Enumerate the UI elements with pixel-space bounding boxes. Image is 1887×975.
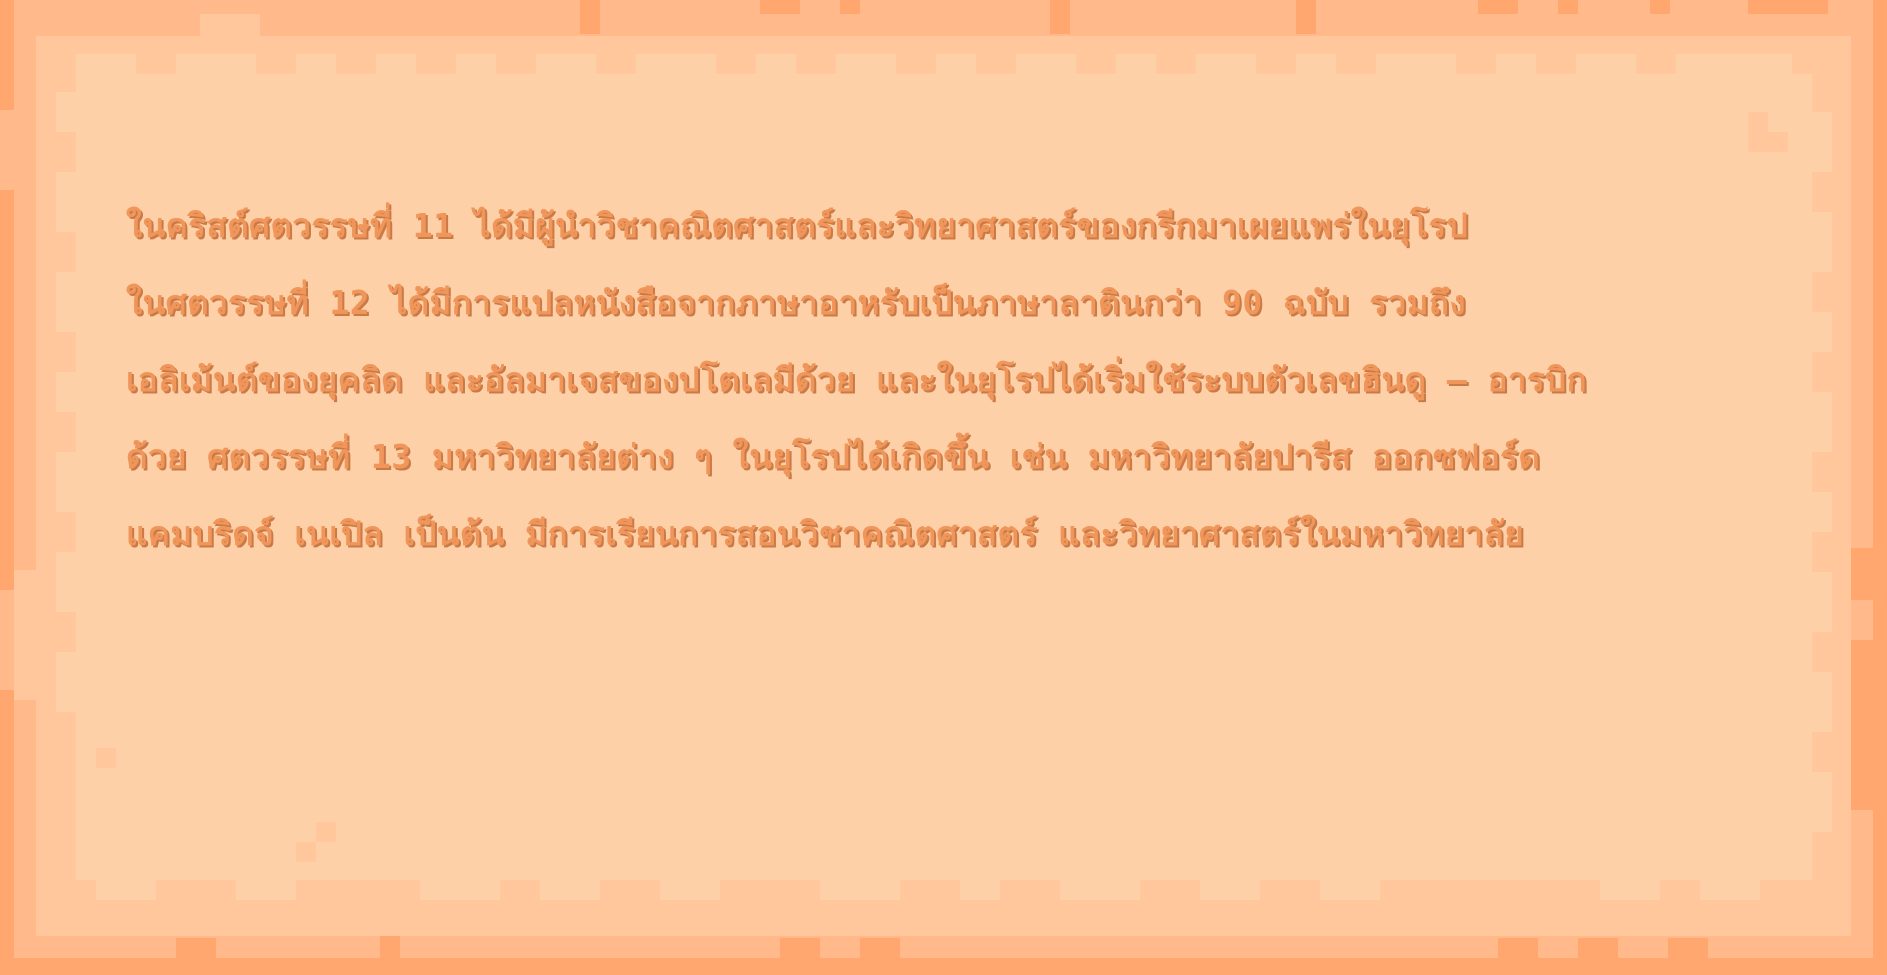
dialog-line-5: แคมบริดจ์ เนเปิล เป็นต้น มีการเรียนการสอ… <box>126 514 1525 553</box>
dialog-line-4: ด้วย ศตวรรษที่ 13 มหาวิทยาลัยต่าง ๆ ในยุ… <box>126 437 1541 476</box>
dialog-text-box: ในคริสต์ศตวรรษที่ 11 ได้มีผู้นำวิชาคณิตศ… <box>126 196 1766 596</box>
dialog-line-3: เอลิเม้นต์ของยุคลิด และอัลมาเจสของปโตเลม… <box>126 360 1588 399</box>
dialog-line-1: ในคริสต์ศตวรรษที่ 11 ได้มีผู้นำวิชาคณิตศ… <box>126 206 1469 245</box>
dialog-line-2: ในศตวรรษที่ 12 ได้มีการแปลหนังสือจากภาษา… <box>126 283 1466 322</box>
game-screen: ในคริสต์ศตวรรษที่ 11 ได้มีผู้นำวิชาคณิตศ… <box>0 0 1887 975</box>
